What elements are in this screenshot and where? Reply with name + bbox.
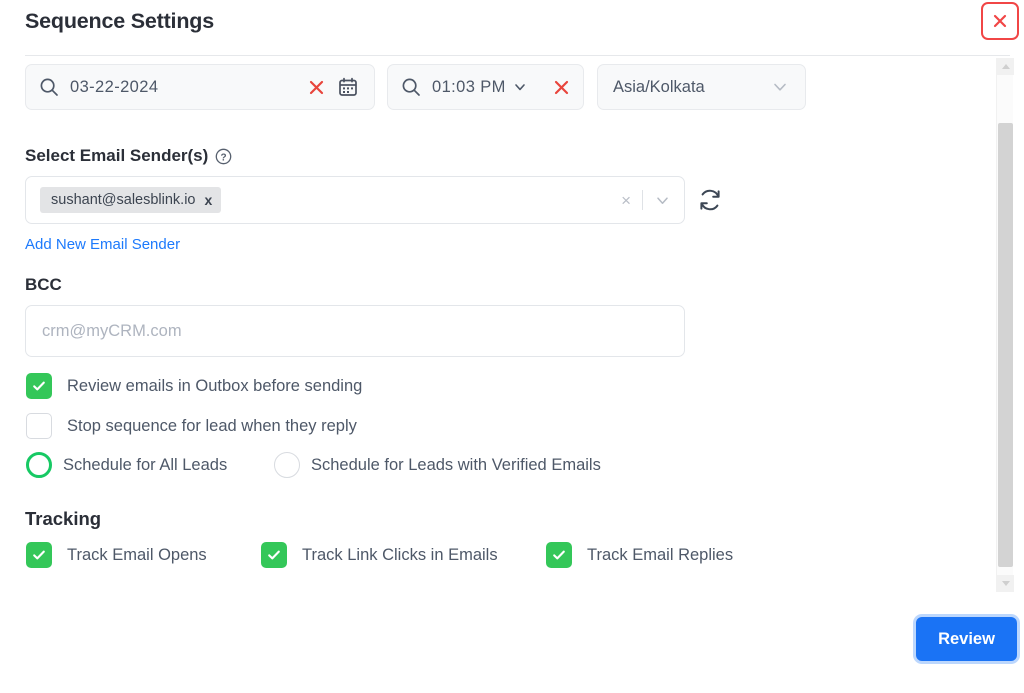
check-icon [553,550,565,560]
review-button[interactable]: Review [916,617,1017,661]
sender-multiselect[interactable]: sushant@salesblink.io x × [25,176,685,224]
close-icon [991,12,1009,30]
sender-chip-label: sushant@salesblink.io [51,192,196,208]
check-icon [33,550,45,560]
sender-chip-remove-icon[interactable]: x [205,193,213,207]
chevron-up-icon [1001,64,1010,69]
checkbox-track-email-replies-label: Track Email Replies [587,545,734,564]
timezone-select[interactable]: Asia/Kolkata [597,64,806,110]
bcc-placeholder: crm@myCRM.com [42,321,182,340]
checkbox-track-email-replies-box[interactable] [546,542,572,568]
checkbox-review-outbox-label: Review emails in Outbox before sending [67,376,363,395]
time-clear-icon[interactable] [552,78,571,97]
radio-schedule-verified-leads-dot[interactable] [274,452,300,478]
radio-schedule-all-leads-dot[interactable] [26,452,52,478]
refresh-icon [697,187,723,218]
radio-schedule-all-leads-label: Schedule for All Leads [63,455,228,474]
search-icon [39,77,59,97]
checkbox-stop-on-reply[interactable]: Stop sequence for lead when they reply [26,413,357,439]
scrollbar-thumb[interactable] [998,123,1013,567]
sender-label: Select Email Sender(s) [25,146,209,165]
page-title: Sequence Settings [25,9,214,33]
checkbox-review-outbox[interactable]: Review emails in Outbox before sending [26,373,362,399]
modal-footer: Review [0,596,1024,693]
sender-chip: sushant@salesblink.io x [40,187,222,213]
tracking-title: Tracking [25,508,102,529]
checkbox-track-link-clicks-label: Track Link Clicks in Emails [302,545,498,564]
close-button[interactable] [981,2,1019,40]
checkbox-track-link-clicks[interactable]: Track Link Clicks in Emails [261,542,498,568]
date-field[interactable]: 03-22-2024 [25,64,375,110]
checkbox-track-email-opens-box[interactable] [26,542,52,568]
chevron-down-icon [1001,581,1010,586]
time-value: 01:03 PM [432,77,506,96]
scrollbar-up-arrow[interactable] [997,58,1014,75]
radio-schedule-all-leads[interactable]: Schedule for All Leads [26,452,227,478]
calendar-icon[interactable] [338,77,358,97]
sender-divider [642,190,643,210]
help-circle-icon[interactable]: ? [215,148,232,165]
refresh-senders-button[interactable] [697,187,723,218]
check-icon [268,550,280,560]
bcc-label: BCC [25,275,62,294]
time-field[interactable]: 01:03 PM [387,64,584,110]
checkbox-stop-on-reply-label: Stop sequence for lead when they reply [67,416,357,435]
scrollbar-down-arrow[interactable] [997,575,1014,592]
search-icon [401,77,421,97]
checkbox-track-email-opens[interactable]: Track Email Opens [26,542,207,568]
checkbox-track-email-replies[interactable]: Track Email Replies [546,542,733,568]
checkbox-track-email-opens-label: Track Email Opens [67,545,207,564]
sequence-settings-modal: Sequence Settings 03-22-2024 01:03 PM As… [0,0,1024,693]
check-icon [33,381,45,391]
svg-text:?: ? [221,152,227,163]
modal-header: Sequence Settings [0,0,1024,56]
modal-body: 03-22-2024 01:03 PM Asia/Kolkata Select … [0,56,1024,596]
checkbox-track-link-clicks-box[interactable] [261,542,287,568]
vertical-scrollbar[interactable] [996,58,1014,592]
checkbox-stop-on-reply-box[interactable] [26,413,52,439]
sender-clear-icon[interactable]: × [621,192,631,209]
bcc-input[interactable]: crm@myCRM.com [25,305,685,357]
date-clear-icon[interactable] [307,78,326,97]
add-new-email-sender-link[interactable]: Add New Email Sender [25,236,180,253]
date-value: 03-22-2024 [70,77,159,96]
radio-schedule-verified-leads[interactable]: Schedule for Leads with Verified Emails [274,452,601,478]
timezone-chevron-down-icon[interactable] [771,78,789,96]
sender-chevron-down-icon[interactable] [654,192,671,209]
checkbox-review-outbox-box[interactable] [26,373,52,399]
timezone-value: Asia/Kolkata [613,77,705,96]
radio-schedule-verified-leads-label: Schedule for Leads with Verified Emails [311,455,601,474]
time-chevron-down-icon[interactable] [513,80,527,94]
sender-label-group: Select Email Sender(s) ? [25,146,232,166]
